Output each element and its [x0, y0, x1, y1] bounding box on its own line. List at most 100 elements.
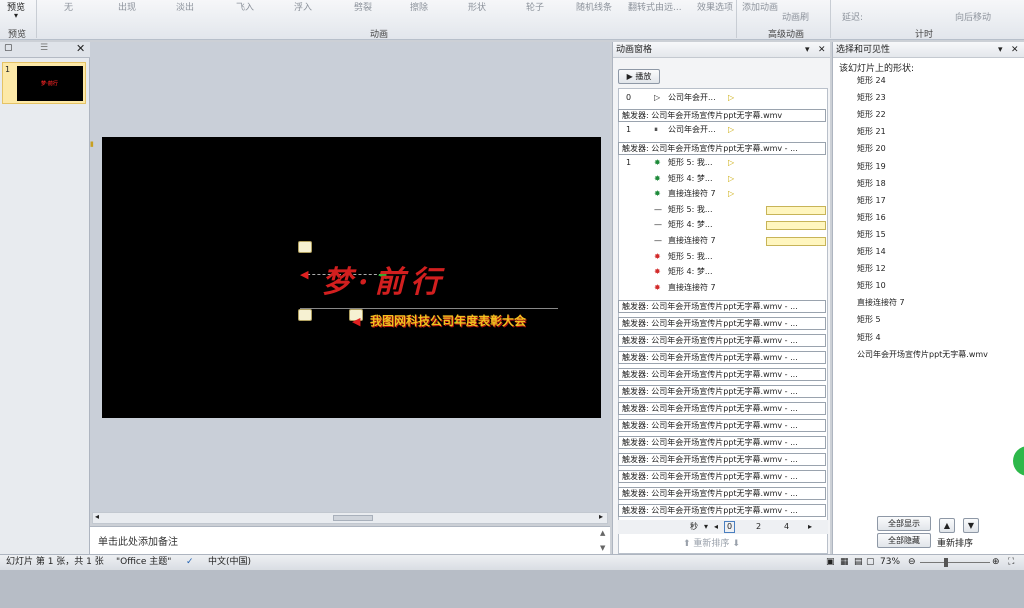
effect-gallery-item[interactable]: 轮子 [526, 0, 544, 13]
trigger-header[interactable]: 触发器: 公司年会开场宣传片ppt无字幕.wmv - ... [618, 419, 826, 432]
shape-row[interactable]: 矩形 20 [857, 140, 1017, 157]
animation-item[interactable]: ✸ 直接连接符 7 [618, 281, 828, 295]
chevron-down-icon[interactable]: ▾ [14, 11, 18, 20]
trigger-header[interactable]: 触发器: 公司年会开场宣传片ppt无字幕.wmv - ... [618, 317, 826, 330]
floating-tab-icon[interactable] [1013, 446, 1024, 476]
animation-tag-icon[interactable] [298, 241, 312, 253]
hide-all-button[interactable]: 全部隐藏 [877, 533, 931, 548]
shape-row[interactable]: 矩形 12 [857, 260, 1017, 277]
effect-gallery-item[interactable]: 出现 [118, 0, 136, 13]
timing-bar[interactable] [766, 205, 826, 215]
shape-row[interactable]: 矩形 14 [857, 243, 1017, 260]
effect-gallery-item[interactable]: 擦除 [410, 0, 428, 13]
animation-item[interactable]: ✸ 矩形 5: 我... [618, 250, 828, 264]
close-icon[interactable]: ✕ [1011, 42, 1019, 58]
trigger-header[interactable]: 触发器: 公司年会开场宣传片ppt无字幕.wmv - ... [618, 334, 826, 347]
show-all-button[interactable]: 全部显示 [877, 516, 931, 531]
shape-row[interactable]: 矩形 10 [857, 277, 1017, 294]
shape-row[interactable]: 矩形 15 [857, 226, 1017, 243]
animation-item[interactable]: 1 ⏸ 公司年会开... ▷ [618, 123, 828, 137]
effect-gallery-item[interactable]: 淡出 [176, 0, 194, 13]
outline-tab-icon[interactable]: ☰ [40, 43, 48, 53]
zoom-slider-thumb[interactable] [944, 558, 948, 567]
slide-sorter-icon[interactable]: ▦ [840, 555, 849, 570]
slide-title[interactable]: 梦·前行 [322, 257, 446, 301]
chevron-down-icon[interactable]: ▾ [998, 42, 1003, 58]
normal-view-icon[interactable]: ▣ [826, 555, 835, 570]
animation-tag-icon[interactable] [298, 309, 312, 321]
effect-options-button[interactable]: 效果选项 [697, 0, 733, 13]
connector-line[interactable] [300, 308, 558, 309]
animation-item[interactable]: ✸ 直接连接符 7 ▷ [618, 187, 828, 201]
shape-row[interactable]: 矩形 18 [857, 175, 1017, 192]
move-later-button[interactable]: 向后移动 [955, 10, 991, 23]
slideshow-icon[interactable]: ▢ [866, 555, 875, 570]
shape-row[interactable]: 矩形 23 [857, 89, 1017, 106]
trigger-header[interactable]: 触发器: 公司年会开场宣传片ppt无字幕.wmv - ... [618, 300, 826, 313]
animation-item[interactable]: — 直接连接符 7 [618, 234, 828, 248]
spellcheck-icon[interactable]: ✓ [186, 555, 194, 570]
effect-gallery-item[interactable]: 随机线条 [576, 0, 612, 13]
scroll-up-icon[interactable]: ▲ [600, 529, 605, 537]
trigger-header[interactable]: 触发器: 公司年会开场宣传片ppt无字幕.wmv [618, 109, 826, 122]
zoom-level[interactable]: 73% [880, 555, 900, 570]
trigger-header[interactable]: 触发器: 公司年会开场宣传片ppt无字幕.wmv - ... [618, 453, 826, 466]
trigger-header[interactable]: 触发器: 公司年会开场宣传片ppt无字幕.wmv - ... [618, 368, 826, 381]
scroll-left-icon[interactable]: ◂ [714, 520, 718, 534]
scroll-down-icon[interactable]: ▼ [600, 544, 605, 552]
shape-row[interactable]: 矩形 17 [857, 192, 1017, 209]
seconds-dropdown[interactable]: 秒 [690, 520, 698, 534]
animation-item[interactable]: ✸ 矩形 4: 梦... ▷ [618, 172, 828, 186]
trigger-header[interactable]: 触发器: 公司年会开场宣传片ppt无字幕.wmv - ... [618, 385, 826, 398]
trigger-header[interactable]: 触发器: 公司年会开场宣传片ppt无字幕.wmv - ... [618, 436, 826, 449]
effect-gallery-item[interactable]: 形状 [468, 0, 486, 13]
trigger-header[interactable]: 触发器: 公司年会开场宣传片ppt无字幕.wmv - ... [618, 470, 826, 483]
close-icon[interactable]: ✕ [818, 42, 826, 58]
scroll-left-icon[interactable]: ◂ [95, 512, 99, 521]
shape-row[interactable]: 矩形 24 [857, 72, 1017, 89]
animation-item[interactable]: ✸ 矩形 4: 梦... [618, 265, 828, 279]
shape-row[interactable]: 矩形 5 [857, 311, 1017, 328]
trigger-header[interactable]: 触发器: 公司年会开场宣传片ppt无字幕.wmv - ... [618, 142, 826, 155]
timing-bar[interactable] [766, 221, 826, 231]
horizontal-scrollbar[interactable]: ◂ ▸ [92, 512, 608, 524]
shape-row[interactable]: 矩形 19 [857, 158, 1017, 175]
slide-subtitle[interactable]: 我图网科技公司年度表彰大会 [370, 312, 526, 329]
shape-row[interactable]: 矩形 4 [857, 329, 1017, 346]
theme-name[interactable]: "Office 主题" [116, 555, 171, 570]
shape-row[interactable]: 公司年会开场宣传片ppt无字幕.wmv [857, 346, 1017, 363]
effect-gallery-item[interactable]: 无 [64, 0, 73, 13]
trigger-header[interactable]: 触发器: 公司年会开场宣传片ppt无字幕.wmv - ... [618, 402, 826, 415]
trigger-header[interactable]: 触发器: 公司年会开场宣传片ppt无字幕.wmv - ... [618, 351, 826, 364]
scroll-thumb[interactable] [333, 515, 373, 521]
shape-row[interactable]: 矩形 22 [857, 106, 1017, 123]
animation-item[interactable]: — 矩形 5: 我... [618, 203, 828, 217]
scroll-right-icon[interactable]: ▸ [808, 520, 812, 534]
close-icon[interactable]: ✕ [76, 42, 85, 55]
shape-row[interactable]: 直接连接符 7 [857, 294, 1017, 311]
play-button[interactable]: ▶ 播放 [618, 69, 660, 84]
effect-gallery-item[interactable]: 飞入 [236, 0, 254, 13]
move-down-icon[interactable]: ⬇ [732, 539, 740, 549]
trigger-header[interactable]: 触发器: 公司年会开场宣传片ppt无字幕.wmv - ... [618, 487, 826, 500]
slides-tab-icon[interactable]: ▢ [4, 43, 13, 53]
effect-gallery-item[interactable]: 浮入 [294, 0, 312, 13]
move-up-icon[interactable]: ⬆ [683, 539, 691, 549]
effect-gallery-item[interactable]: 翻转式由远... [628, 0, 682, 13]
slide-canvas[interactable]: ◀ ◀ 梦·前行 ◀ ◀ 我图网科技公司年度表彰大会 [102, 137, 601, 418]
zoom-out-icon[interactable]: ⊖ [908, 555, 916, 570]
move-down-button[interactable]: ▼ [963, 518, 979, 533]
timing-bar[interactable] [766, 237, 826, 246]
scroll-right-icon[interactable]: ▸ [599, 512, 603, 521]
zoom-slider[interactable] [920, 562, 990, 563]
add-animation-button[interactable]: 添加动画 [742, 0, 778, 13]
shape-row[interactable]: 矩形 16 [857, 209, 1017, 226]
fit-window-icon[interactable]: ⛶ [1008, 555, 1014, 570]
slide-thumbnail[interactable]: 1 梦·前行 [2, 62, 86, 104]
zoom-in-icon[interactable]: ⊕ [992, 555, 1000, 570]
notes-pane[interactable]: 单击此处添加备注 ▲ ▼ [90, 526, 610, 554]
reading-view-icon[interactable]: ▤ [854, 555, 863, 570]
effect-gallery-item[interactable]: 劈裂 [354, 0, 372, 13]
animation-item[interactable]: — 矩形 4: 梦... [618, 218, 828, 232]
shape-row[interactable]: 矩形 21 [857, 123, 1017, 140]
